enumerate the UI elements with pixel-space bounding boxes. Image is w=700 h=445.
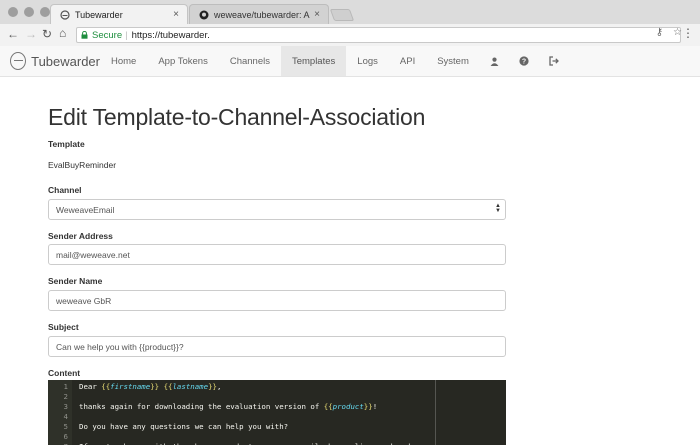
sender-name-input[interactable]: weweave GbR: [48, 290, 506, 311]
minimize-window-button[interactable]: [24, 7, 34, 17]
template-brace: }}: [208, 381, 217, 391]
code-text: thanks again for downloading the evaluat…: [79, 401, 324, 411]
code-text: Do you have any questions we can help yo…: [79, 421, 289, 431]
page-title: Edit Template-to-Channel-Association: [48, 104, 426, 130]
brand-name: Tubewarder: [31, 53, 100, 69]
subject-value: Can we help you with {{product}}?: [56, 341, 184, 352]
sender-address-value: mail@weweave.net: [56, 249, 130, 260]
user-icon[interactable]: [480, 46, 509, 76]
editor-line: 4: [48, 411, 506, 421]
tab-title: weweave/tubewarder: A centr: [214, 9, 310, 20]
code-text: If you're happy with the chosen product,…: [79, 442, 431, 445]
tab-close-icon[interactable]: ×: [173, 9, 179, 20]
editor-line: 6: [48, 431, 506, 441]
lock-icon: [81, 30, 88, 39]
line-text: If you're happy with the chosen product,…: [79, 442, 431, 445]
content-label: Content: [48, 368, 81, 378]
github-favicon-icon: [198, 9, 209, 20]
editor-line: 2: [48, 391, 506, 401]
template-brace: }}: [363, 401, 373, 411]
line-text: Dear {{firstname}} {{lastname}},: [79, 382, 221, 391]
logout-icon[interactable]: [539, 46, 569, 76]
line-number: 1: [63, 381, 68, 391]
line-number: 3: [63, 401, 68, 411]
nav-item-templates[interactable]: Templates: [280, 46, 347, 76]
nav-item-logs[interactable]: Logs: [346, 46, 389, 76]
line-text: Do you have any questions we can help yo…: [79, 422, 288, 431]
template-variable: firstname: [110, 381, 151, 391]
nav-item-channels[interactable]: Channels: [219, 46, 281, 76]
line-number: 7: [48, 442, 68, 445]
line-number: 4: [63, 411, 68, 421]
nav-item-system[interactable]: System: [426, 46, 480, 76]
brand[interactable]: Tubewarder: [0, 46, 100, 76]
tab-close-icon[interactable]: ×: [314, 9, 320, 20]
content-code-editor[interactable]: 1 Dear {{firstname}} {{lastname}}, 2 3 thank…: [48, 380, 506, 445]
code-text: Dear: [79, 381, 102, 391]
template-value: EvalBuyReminder: [48, 160, 117, 170]
bookmark-star-icon[interactable]: ☆: [673, 27, 682, 38]
tubewarder-logo-icon: [10, 52, 27, 70]
svg-text:?: ?: [522, 59, 526, 66]
sender-name-value: weweave GbR: [56, 295, 112, 306]
tubewarder-favicon-icon: [59, 9, 70, 20]
browser-chrome: Tubewarder × weweave/tubewarder: A centr…: [0, 0, 700, 46]
editor-line: 7 If you're happy with the chosen product…: [48, 441, 506, 445]
reload-icon[interactable]: ↻: [42, 27, 52, 41]
template-label: Template: [48, 139, 85, 149]
forward-arrow-icon[interactable]: →: [25, 27, 37, 41]
template-brace: {{: [323, 401, 333, 411]
browser-toolbar: ← → ↻ ⌂ Secure | https://tubewarder. ⚷ ☆…: [0, 24, 700, 46]
editor-line: 5 Do you have any questions we can help y…: [48, 421, 506, 431]
key-icon[interactable]: ⚷: [656, 27, 663, 38]
nav-item-api[interactable]: API: [389, 46, 426, 76]
home-icon[interactable]: ⌂: [59, 26, 66, 40]
channel-selected-value: WeweaveEmail: [56, 204, 115, 215]
template-brace: }}: [150, 381, 160, 391]
app-navbar: Tubewarder Home App Tokens Channels Temp…: [0, 46, 700, 77]
line-number: 6: [63, 431, 68, 441]
template-variable: product: [332, 401, 364, 411]
editor-line: 3 thanks again for downloading the evalua…: [48, 401, 506, 411]
url-text: https://tubewarder.: [131, 29, 210, 41]
subject-label: Subject: [48, 322, 79, 332]
tab-title: Tubewarder: [75, 9, 123, 20]
new-tab-button[interactable]: [329, 9, 355, 21]
nav-item-home[interactable]: Home: [100, 46, 147, 76]
line-text: thanks again for downloading the evaluat…: [79, 402, 377, 411]
close-window-button[interactable]: [8, 7, 18, 17]
zoom-window-button[interactable]: [40, 7, 50, 17]
channel-select[interactable]: WeweaveEmail ▲ ▼: [48, 199, 506, 220]
secure-label: Secure: [92, 29, 123, 41]
browser-menu-icon[interactable]: ⋮: [682, 26, 694, 40]
code-text: !: [372, 401, 378, 411]
tab-strip: Tubewarder × weweave/tubewarder: A centr…: [0, 0, 700, 24]
select-arrows-icon: ▲ ▼: [495, 203, 501, 214]
subject-input[interactable]: Can we help you with {{product}}?: [48, 336, 506, 357]
sender-name-label: Sender Name: [48, 276, 103, 286]
editor-line: 1 Dear {{firstname}} {{lastname}},: [48, 381, 506, 391]
address-bar[interactable]: Secure | https://tubewarder.: [76, 27, 681, 43]
template-variable: lastname: [172, 381, 209, 391]
line-number: 5: [63, 421, 68, 431]
code-text: ,: [216, 381, 222, 391]
channel-label: Channel: [48, 185, 82, 195]
window-controls: [8, 7, 50, 17]
omnibox-actions: ⚷ ☆: [656, 27, 682, 38]
browser-tab-github[interactable]: weweave/tubewarder: A centr ×: [189, 4, 329, 24]
help-icon[interactable]: ?: [509, 46, 539, 76]
nav-item-app-tokens[interactable]: App Tokens: [147, 46, 218, 76]
sender-address-label: Sender Address: [48, 231, 113, 241]
line-number: 2: [63, 391, 68, 401]
sender-address-input[interactable]: mail@weweave.net: [48, 244, 506, 265]
browser-tab-tubewarder[interactable]: Tubewarder ×: [50, 4, 188, 24]
back-arrow-icon[interactable]: ←: [7, 27, 19, 41]
url-separator: |: [125, 29, 128, 41]
template-brace: {{: [101, 381, 111, 391]
